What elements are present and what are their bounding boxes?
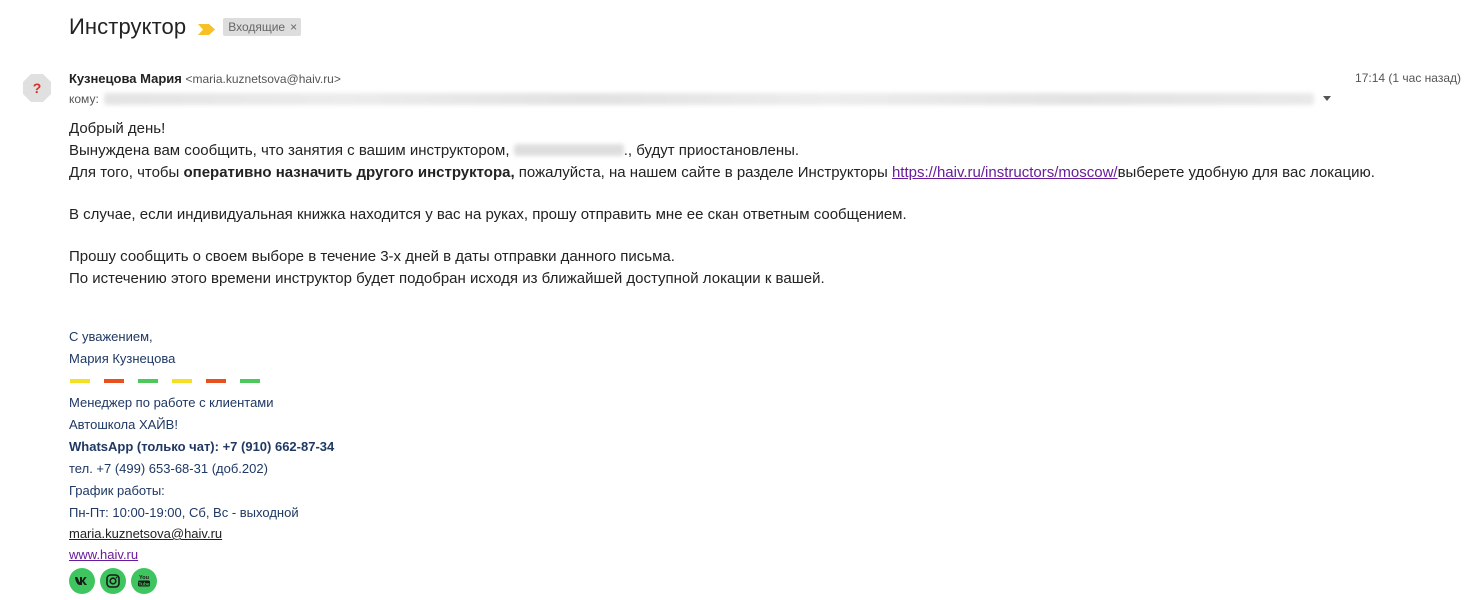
social-links: You Tube — [69, 568, 334, 594]
subject-row: Инструктор Входящие × — [69, 12, 302, 42]
recipients-redacted — [103, 93, 1314, 105]
sender-name[interactable]: Кузнецова Мария — [69, 71, 182, 86]
signature-site-link[interactable]: www.haiv.ru — [69, 547, 138, 562]
body-paragraph-2: В случае, если индивидуальная книжка нах… — [69, 206, 907, 223]
body-line-1-after: ., будут приостановлены. — [623, 142, 800, 159]
body-line-2-after: выберете удобную для вас локацию. — [1117, 164, 1375, 181]
svg-text:You: You — [139, 575, 149, 581]
email-body: Добрый день! Вынуждена вам сообщить, что… — [69, 118, 1459, 290]
body-line-1: Вынуждена вам сообщить, что занятия с ва… — [69, 140, 1459, 162]
label-remove-icon[interactable]: × — [290, 20, 297, 34]
recipients-dropdown-icon[interactable] — [1323, 96, 1331, 101]
email-timestamp: 17:14 (1 час назад) — [1355, 71, 1461, 85]
instructor-name-redacted — [513, 144, 624, 156]
youtube-icon[interactable]: You Tube — [131, 568, 157, 594]
stripe-orange — [104, 379, 124, 383]
label-chip-text: Входящие — [228, 20, 286, 34]
stripe-green — [240, 379, 260, 383]
email-view: Инструктор Входящие × ? Кузнецова Мария … — [0, 0, 1478, 600]
body-line-2-bold: оперативно назначить другого инструктора… — [183, 164, 515, 181]
body-line-2-before: Для того, чтобы — [69, 164, 184, 181]
stripe-orange — [206, 379, 226, 383]
recipients-line: кому: — [69, 92, 1331, 106]
to-label: кому: — [69, 92, 99, 106]
body-paragraph-3-line-2: По истечению этого времени инструктор бу… — [69, 270, 825, 287]
stripe-green — [138, 379, 158, 383]
vk-icon[interactable] — [69, 568, 95, 594]
instructors-link[interactable]: https://haiv.ru/instructors/moscow/ — [892, 164, 1118, 181]
signature-position: Менеджер по работе с клиентами — [69, 395, 274, 410]
sender-avatar[interactable]: ? — [22, 73, 52, 103]
svg-text:?: ? — [33, 80, 42, 96]
email-signature: С уважением, Мария Кузнецова Менеджер по… — [69, 326, 334, 594]
signature-name: Мария Кузнецова — [69, 351, 176, 366]
signature-phone: тел. +7 (499) 653-68-31 (доб.202) — [69, 461, 268, 476]
body-line-1-before: Вынуждена вам сообщить, что занятия с ва… — [69, 142, 514, 159]
svg-text:Tube: Tube — [138, 581, 149, 587]
body-paragraph-3-line-1: Прошу сообщить о своем выборе в течение … — [69, 248, 675, 265]
body-line-2: Для того, чтобы оперативно назначить дру… — [69, 162, 1459, 184]
email-subject: Инструктор — [69, 14, 187, 39]
stripe-yellow — [70, 379, 90, 383]
signature-regards: С уважением, — [69, 329, 153, 344]
signature-email-link[interactable]: maria.kuznetsova@haiv.ru — [69, 526, 222, 541]
signature-schedule-label: График работы: — [69, 483, 165, 498]
signature-schedule: Пн-Пт: 10:00-19:00, Сб, Вс - выходной — [69, 505, 299, 520]
signature-stripes — [69, 370, 334, 392]
signature-whatsapp: WhatsApp (только чат): +7 (910) 662-87-3… — [69, 439, 335, 454]
label-chip-inbox[interactable]: Входящие × — [223, 18, 302, 36]
sender-email: <maria.kuznetsova@haiv.ru> — [185, 72, 341, 86]
body-line-2-middle: пожалуйста, на нашем сайте в разделе Инс… — [514, 164, 892, 181]
body-greeting: Добрый день! — [69, 120, 166, 137]
instagram-icon[interactable] — [100, 568, 126, 594]
stripe-yellow — [172, 379, 192, 383]
sender-line: Кузнецова Мария <maria.kuznetsova@haiv.r… — [69, 71, 341, 86]
importance-marker-icon[interactable] — [198, 22, 216, 35]
signature-company: Автошкола ХАЙВ! — [69, 417, 178, 432]
